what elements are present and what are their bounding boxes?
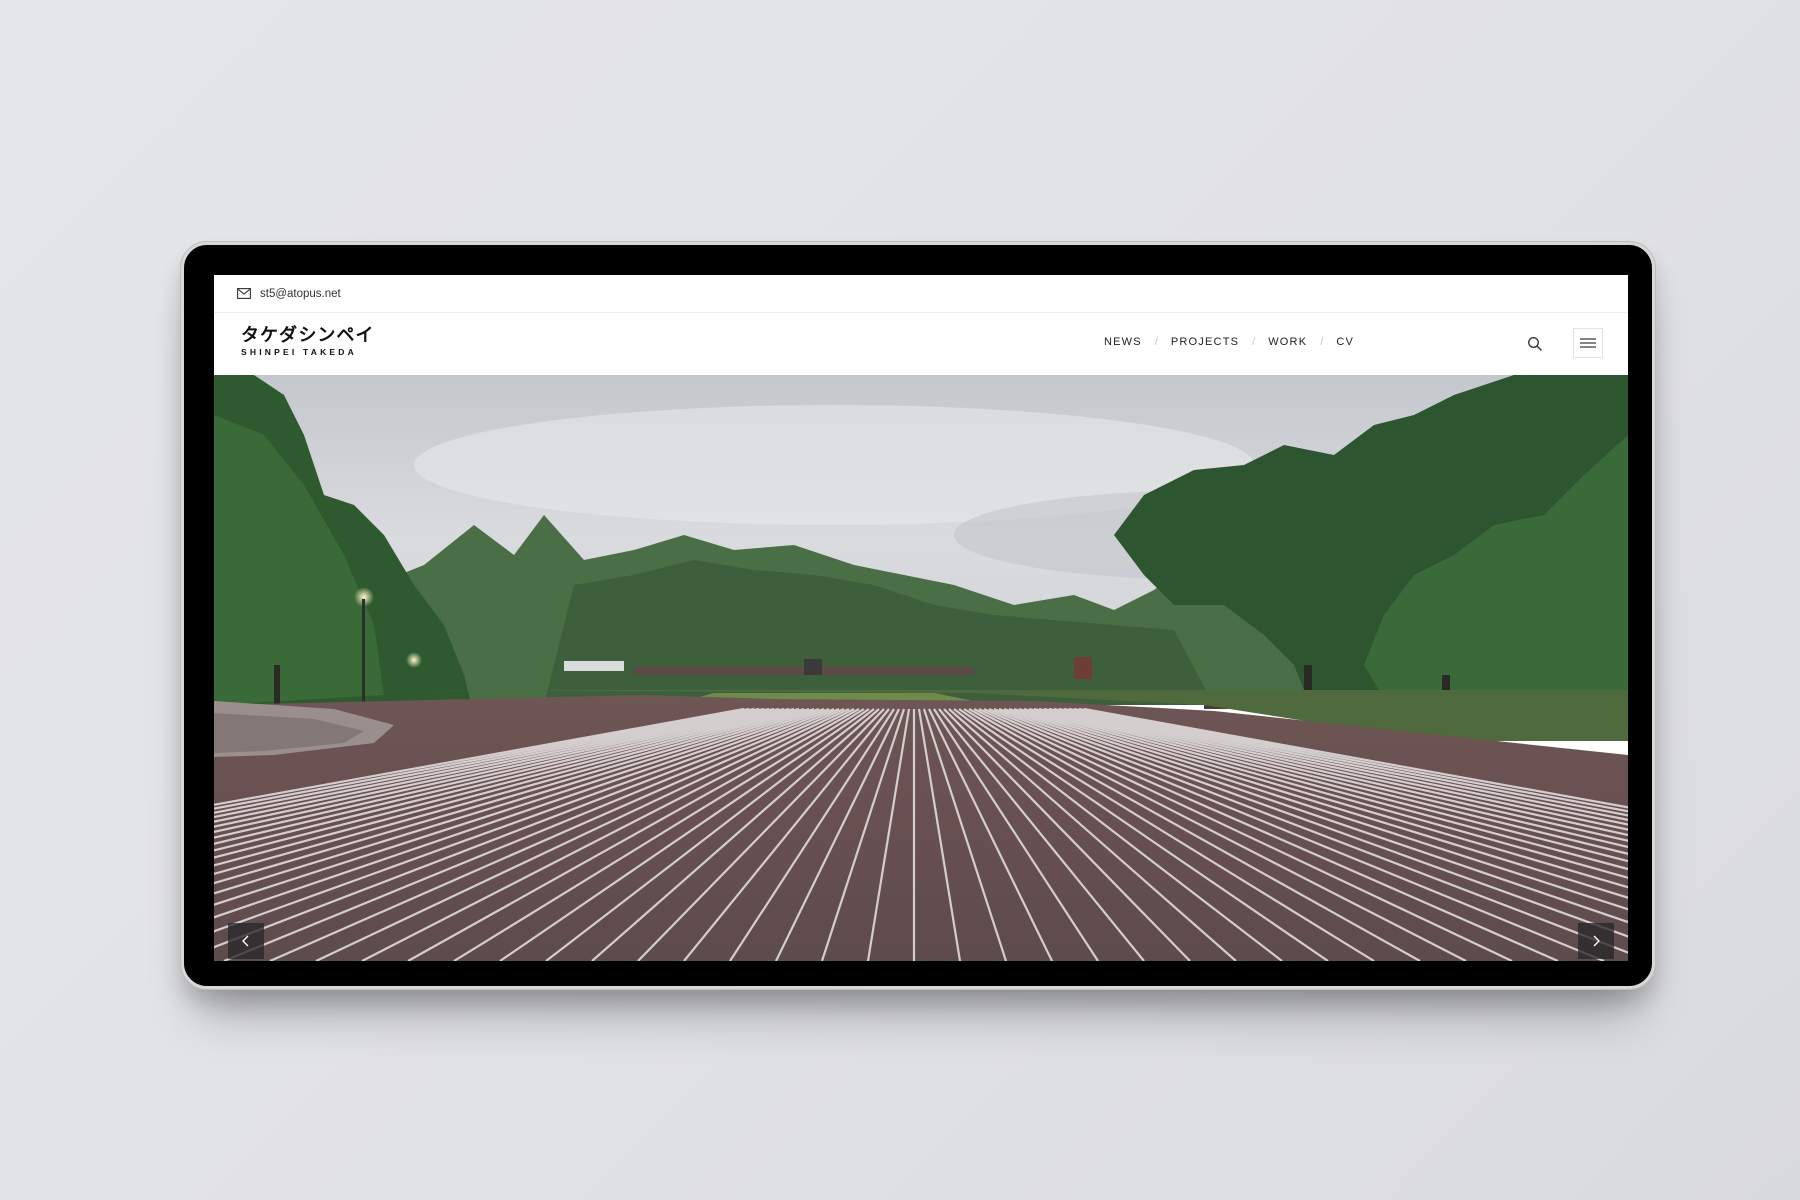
hamburger-menu-icon <box>1580 338 1596 348</box>
nav-item-news[interactable]: NEWS <box>1104 336 1142 348</box>
slider-prev-button[interactable] <box>228 923 264 959</box>
hero-slider <box>214 375 1628 961</box>
site-header: タケダシンペイ SHINPEI TAKEDA NEWS / PROJECTS /… <box>214 313 1628 375</box>
nav-item-cv[interactable]: CV <box>1336 336 1354 348</box>
nav-item-projects[interactable]: PROJECTS <box>1171 336 1239 348</box>
top-contact-bar: st5@atopus.net <box>214 275 1628 313</box>
nav-separator: / <box>1252 336 1256 348</box>
nav-separator: / <box>1154 336 1158 348</box>
chevron-left-icon <box>242 935 249 947</box>
nav-item-work[interactable]: WORK <box>1268 336 1307 348</box>
main-nav: NEWS / PROJECTS / WORK / CV <box>1104 336 1354 348</box>
slider-next-button[interactable] <box>1578 923 1614 959</box>
chevron-right-icon <box>1593 935 1600 947</box>
search-icon[interactable] <box>1527 336 1543 352</box>
logo-japanese: タケダシンペイ <box>241 325 375 346</box>
contact-email-link[interactable]: st5@atopus.net <box>260 288 341 300</box>
menu-button[interactable] <box>1573 328 1603 358</box>
device-frame: st5@atopus.net タケダシンペイ SHINPEI TAKEDA NE… <box>181 242 1655 989</box>
nav-separator: / <box>1320 336 1324 348</box>
browser-screen: st5@atopus.net タケダシンペイ SHINPEI TAKEDA NE… <box>214 275 1628 961</box>
hero-image <box>214 375 1628 961</box>
mail-icon <box>237 288 251 299</box>
site-logo[interactable]: タケダシンペイ SHINPEI TAKEDA <box>241 325 374 358</box>
logo-english: SHINPEI TAKEDA <box>241 347 357 357</box>
